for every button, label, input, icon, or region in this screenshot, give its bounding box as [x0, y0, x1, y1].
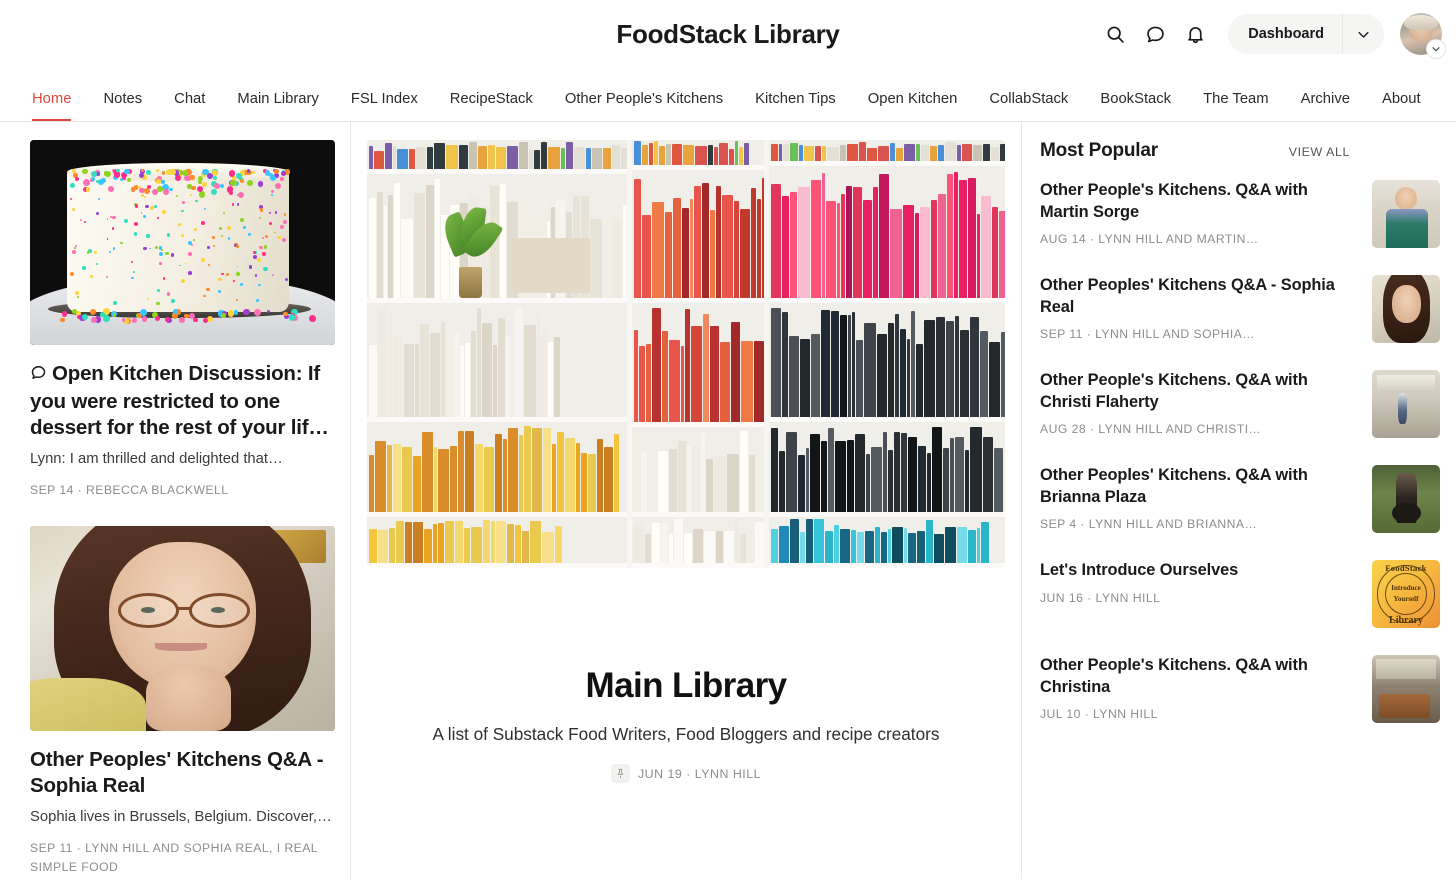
badge-text-bottom: Library — [1372, 615, 1440, 626]
nav-item-notes[interactable]: Notes — [87, 92, 158, 121]
page-title[interactable]: Main Library — [381, 666, 991, 706]
dashboard-button[interactable]: Dashboard — [1228, 14, 1342, 54]
sophia-real-thumbnail[interactable] — [1372, 275, 1440, 343]
list-item[interactable]: Other People's Kitchens. Q&A with Christ… — [1040, 655, 1440, 723]
chat-bubble-icon[interactable] — [1140, 19, 1170, 49]
center-feature-column: Main Library A list of Substack Food Wri… — [351, 122, 1022, 879]
badge-text-line3: Yourself — [1372, 595, 1440, 603]
feature-post: Main Library A list of Substack Food Wri… — [351, 666, 1021, 783]
list-item-title[interactable]: Other Peoples' Kitchens. Q&A with Briann… — [1040, 465, 1354, 508]
list-item-title[interactable]: Other People's Kitchens. Q&A with Christ… — [1040, 370, 1354, 413]
list-item-meta: JUL 10 · LYNN HILL — [1040, 707, 1354, 721]
post-card-title[interactable]: Other Peoples' Kitchens Q&A - Sophia Rea… — [30, 747, 334, 800]
page-body: Open Kitchen Discussion: If you were res… — [0, 122, 1456, 879]
nav-item-archive[interactable]: Archive — [1285, 92, 1366, 121]
nav-item-recipestack[interactable]: RecipeStack — [434, 92, 549, 121]
cookbook-bookshelf-photo[interactable] — [367, 140, 1005, 568]
list-item[interactable]: Other People's Kitchens. Q&A with Christ… — [1040, 370, 1440, 438]
christina-kitchen-thumbnail[interactable] — [1372, 655, 1440, 723]
most-popular-title: Most Popular — [1040, 140, 1158, 162]
foodstack-library-badge-thumbnail[interactable]: FoodStack Introduce Yourself Library — [1372, 560, 1440, 628]
nav-item-bookstack[interactable]: BookStack — [1084, 92, 1187, 121]
nav-item-main-library[interactable]: Main Library — [221, 92, 334, 121]
christi-flaherty-thumbnail[interactable] — [1372, 370, 1440, 438]
list-item-meta: AUG 14 · LYNN HILL AND MARTIN… — [1040, 232, 1354, 246]
post-card-meta: SEP 11 · LYNN HILL AND SOPHIA REAL, I RE… — [30, 839, 334, 877]
list-item-meta: SEP 4 · LYNN HILL AND BRIANNA… — [1040, 517, 1354, 531]
nav-item-kitchen-tips[interactable]: Kitchen Tips — [739, 92, 852, 121]
most-popular-column: Most Popular VIEW ALL Other People's Kit… — [1022, 122, 1456, 879]
bell-icon[interactable] — [1180, 19, 1210, 49]
list-item[interactable]: Let's Introduce Ourselves JUN 16 · LYNN … — [1040, 560, 1440, 628]
post-card[interactable]: Open Kitchen Discussion: If you were res… — [30, 140, 334, 500]
list-item-title[interactable]: Other People's Kitchens. Q&A with Martin… — [1040, 180, 1354, 223]
list-item[interactable]: Other Peoples' Kitchens Q&A - Sophia Rea… — [1040, 275, 1440, 343]
pin-icon — [611, 764, 630, 783]
sprinkle-cake-photo[interactable] — [30, 140, 335, 345]
post-card-meta: SEP 14 · REBECCA BLACKWELL — [30, 481, 334, 500]
post-card-title-text: Open Kitchen Discussion: If you were res… — [30, 362, 329, 439]
nav-item-other-peoples-kitchens[interactable]: Other People's Kitchens — [549, 92, 739, 121]
nav-item-the-team[interactable]: The Team — [1187, 92, 1285, 121]
nav-item-home[interactable]: Home — [16, 92, 87, 121]
header-actions: Dashboard — [1100, 13, 1442, 55]
sophia-real-portrait-photo[interactable] — [30, 526, 335, 731]
view-all-link[interactable]: VIEW ALL — [1289, 145, 1350, 159]
list-item-title[interactable]: Let's Introduce Ourselves — [1040, 560, 1354, 582]
list-item-meta: SEP 11 · LYNN HILL AND SOPHIA… — [1040, 327, 1354, 341]
feature-meta-row: JUN 19 · LYNN HILL — [381, 764, 991, 783]
feature-meta-text: JUN 19 · LYNN HILL — [638, 767, 761, 781]
list-item-title[interactable]: Other Peoples' Kitchens Q&A - Sophia Rea… — [1040, 275, 1354, 318]
post-card[interactable]: Other Peoples' Kitchens Q&A - Sophia Rea… — [30, 526, 334, 877]
badge-text-top: FoodStack — [1372, 563, 1440, 573]
list-item-meta: JUN 16 · LYNN HILL — [1040, 591, 1354, 605]
post-card-subtitle: Lynn: I am thrilled and delighted that… — [30, 450, 334, 470]
avatar[interactable] — [1400, 13, 1442, 55]
feature-subtitle: A list of Substack Food Writers, Food Bl… — [381, 722, 991, 746]
list-item-meta: AUG 28 · LYNN HILL AND CHRISTI… — [1040, 422, 1354, 436]
list-item[interactable]: Other Peoples' Kitchens. Q&A with Briann… — [1040, 465, 1440, 533]
post-card-subtitle: Sophia lives in Brussels, Belgium. Disco… — [30, 808, 334, 828]
nav-item-about[interactable]: About — [1366, 92, 1437, 121]
primary-navigation: Home Notes Chat Main Library FSL Index R… — [0, 68, 1456, 122]
post-card-title[interactable]: Open Kitchen Discussion: If you were res… — [30, 361, 334, 442]
search-icon[interactable] — [1100, 19, 1130, 49]
badge-text-line2: Introduce — [1372, 584, 1440, 592]
list-item-title[interactable]: Other People's Kitchens. Q&A with Christ… — [1040, 655, 1354, 698]
publication-title: FoodStack Library — [616, 19, 839, 50]
list-item[interactable]: Other People's Kitchens. Q&A with Martin… — [1040, 180, 1440, 248]
left-post-column: Open Kitchen Discussion: If you were res… — [0, 122, 351, 879]
nav-item-fsl-index[interactable]: FSL Index — [335, 92, 434, 121]
dashboard-button-group[interactable]: Dashboard — [1228, 14, 1384, 54]
nav-item-chat[interactable]: Chat — [158, 92, 221, 121]
chevron-down-icon[interactable] — [1342, 14, 1384, 54]
comment-bubble-icon — [30, 362, 47, 389]
site-header: FoodStack Library Dashboard — [0, 0, 1456, 68]
chevron-down-icon[interactable] — [1427, 40, 1445, 58]
nav-item-collabstack[interactable]: CollabStack — [973, 92, 1084, 121]
brianna-plaza-thumbnail[interactable] — [1372, 465, 1440, 533]
martin-sorge-thumbnail[interactable] — [1372, 180, 1440, 248]
most-popular-header: Most Popular VIEW ALL — [1040, 140, 1440, 162]
nav-item-open-kitchen[interactable]: Open Kitchen — [852, 92, 974, 121]
